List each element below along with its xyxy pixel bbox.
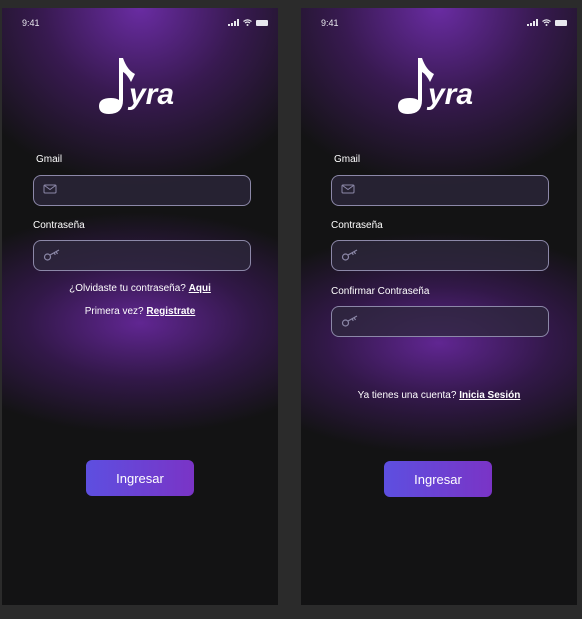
register-submit-button[interactable]: Ingresar [384, 461, 492, 497]
mail-icon [341, 184, 355, 194]
status-time: 9:41 [321, 18, 339, 28]
key-icon [43, 249, 60, 261]
logo-text: yra [129, 78, 175, 111]
password-field[interactable] [33, 240, 251, 271]
password-field[interactable] [331, 240, 549, 271]
key-icon [341, 249, 358, 261]
app-logo: yra [396, 56, 486, 126]
battery-icon [555, 19, 567, 26]
email-field[interactable] [331, 175, 549, 206]
mail-icon [43, 184, 57, 194]
forgot-password-line: ¿Olvidaste tu contraseña? Aqui [2, 283, 278, 294]
signal-icon [228, 19, 239, 26]
have-account-text: Ya tienes una cuenta? [357, 390, 457, 401]
battery-icon [256, 19, 268, 26]
password-label: Contraseña [33, 220, 85, 231]
status-icons [527, 19, 567, 26]
password-label: Contraseña [331, 220, 383, 231]
email-label: Gmail [36, 154, 63, 165]
wifi-icon [542, 19, 551, 26]
confirm-password-label: Confirmar Contraseña [331, 286, 430, 297]
register-link[interactable]: Registrate [146, 306, 195, 317]
login-link[interactable]: Inicia Sesión [459, 390, 520, 401]
have-account-line: Ya tienes una cuenta? Inicia Sesión [301, 390, 577, 401]
app-logo: yra [97, 56, 187, 126]
status-icons [228, 19, 268, 26]
register-line: Primera vez? Registrate [2, 306, 278, 317]
forgot-text: ¿Olvidaste tu contraseña? [69, 283, 186, 294]
login-screen: 9:41 yra Gmail Contraseña ¿Olvidaste tu … [2, 8, 278, 605]
signal-icon [527, 19, 538, 26]
forgot-link[interactable]: Aqui [189, 283, 211, 294]
key-icon [341, 315, 358, 327]
wifi-icon [243, 19, 252, 26]
status-time: 9:41 [22, 18, 40, 28]
register-screen: 9:41 yra Gmail Contraseña Confirmar Cont… [301, 8, 577, 605]
first-time-text: Primera vez? [84, 306, 144, 317]
email-field[interactable] [33, 175, 251, 206]
login-submit-button[interactable]: Ingresar [86, 460, 194, 496]
email-label: Gmail [334, 154, 361, 165]
confirm-password-field[interactable] [331, 306, 549, 337]
logo-text: yra [428, 78, 474, 111]
